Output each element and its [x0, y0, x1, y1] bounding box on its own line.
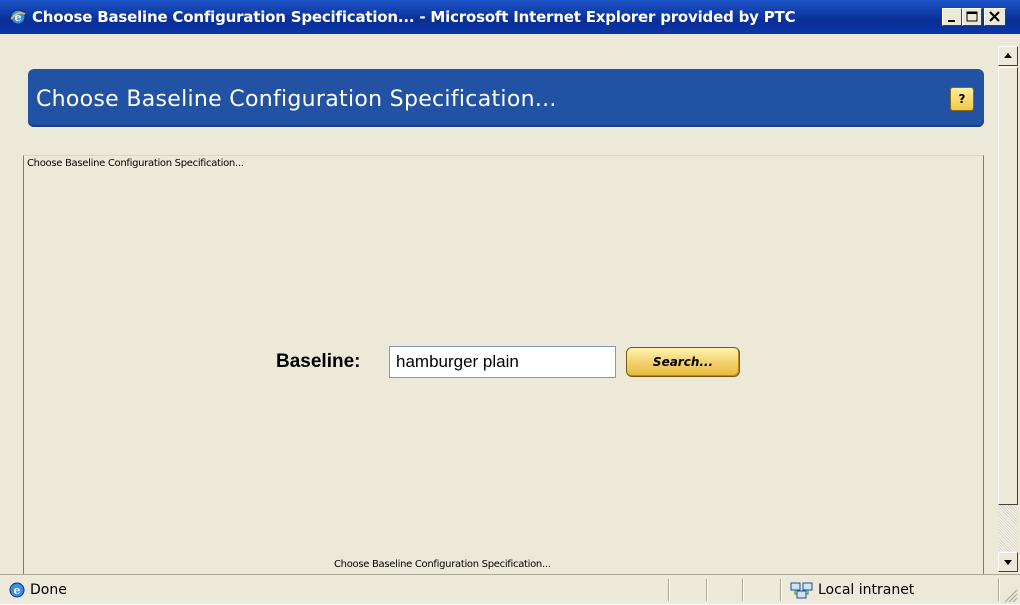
baseline-input[interactable] — [389, 346, 616, 378]
help-button[interactable]: ? — [950, 87, 974, 111]
title-bar[interactable]: e Choose Baseline Configuration Specific… — [0, 0, 1020, 34]
window-title: Choose Baseline Configuration Specificat… — [32, 8, 796, 26]
svg-text:e: e — [14, 584, 21, 597]
baseline-label: Baseline: — [276, 351, 361, 372]
local-intranet-icon — [790, 582, 813, 599]
arrow-down-icon — [1004, 560, 1012, 565]
page-viewport: Choose Baseline Configuration Specificat… — [6, 43, 996, 574]
internet-explorer-icon: e — [10, 9, 26, 25]
scroll-track[interactable] — [998, 505, 1018, 551]
vertical-scrollbar[interactable] — [996, 43, 1020, 574]
page-done-icon: e — [9, 582, 25, 598]
panel-caption-top: Choose Baseline Configuration Specificat… — [27, 158, 244, 169]
scroll-up-button[interactable] — [998, 46, 1018, 66]
status-divider — [780, 579, 782, 601]
content-panel: Choose Baseline Configuration Specificat… — [23, 155, 984, 574]
status-divider — [742, 579, 744, 601]
status-divider — [668, 579, 670, 601]
minimize-icon — [948, 20, 955, 22]
status-bar: e Done Local intranet — [0, 574, 1020, 604]
search-button[interactable]: Search... — [626, 347, 740, 377]
status-text: Done — [30, 582, 67, 598]
status-divider — [706, 579, 708, 601]
header-banner: Choose Baseline Configuration Specificat… — [28, 69, 984, 127]
status-divider — [998, 579, 1000, 601]
panel-caption-bottom: Choose Baseline Configuration Specificat… — [334, 559, 551, 570]
maximize-icon — [966, 11, 978, 22]
minimize-button[interactable] — [942, 8, 962, 26]
page-title: Choose Baseline Configuration Specificat… — [36, 87, 557, 112]
security-zone-label: Local intranet — [818, 582, 915, 598]
arrow-up-icon — [1004, 53, 1012, 58]
close-button[interactable] — [984, 8, 1006, 26]
browser-window: e Choose Baseline Configuration Specific… — [0, 0, 1020, 604]
resize-grip-icon[interactable] — [1002, 587, 1018, 603]
close-icon — [989, 11, 1000, 22]
scroll-down-button[interactable] — [998, 552, 1018, 572]
scroll-thumb[interactable] — [998, 67, 1018, 505]
maximize-button[interactable] — [962, 8, 982, 26]
